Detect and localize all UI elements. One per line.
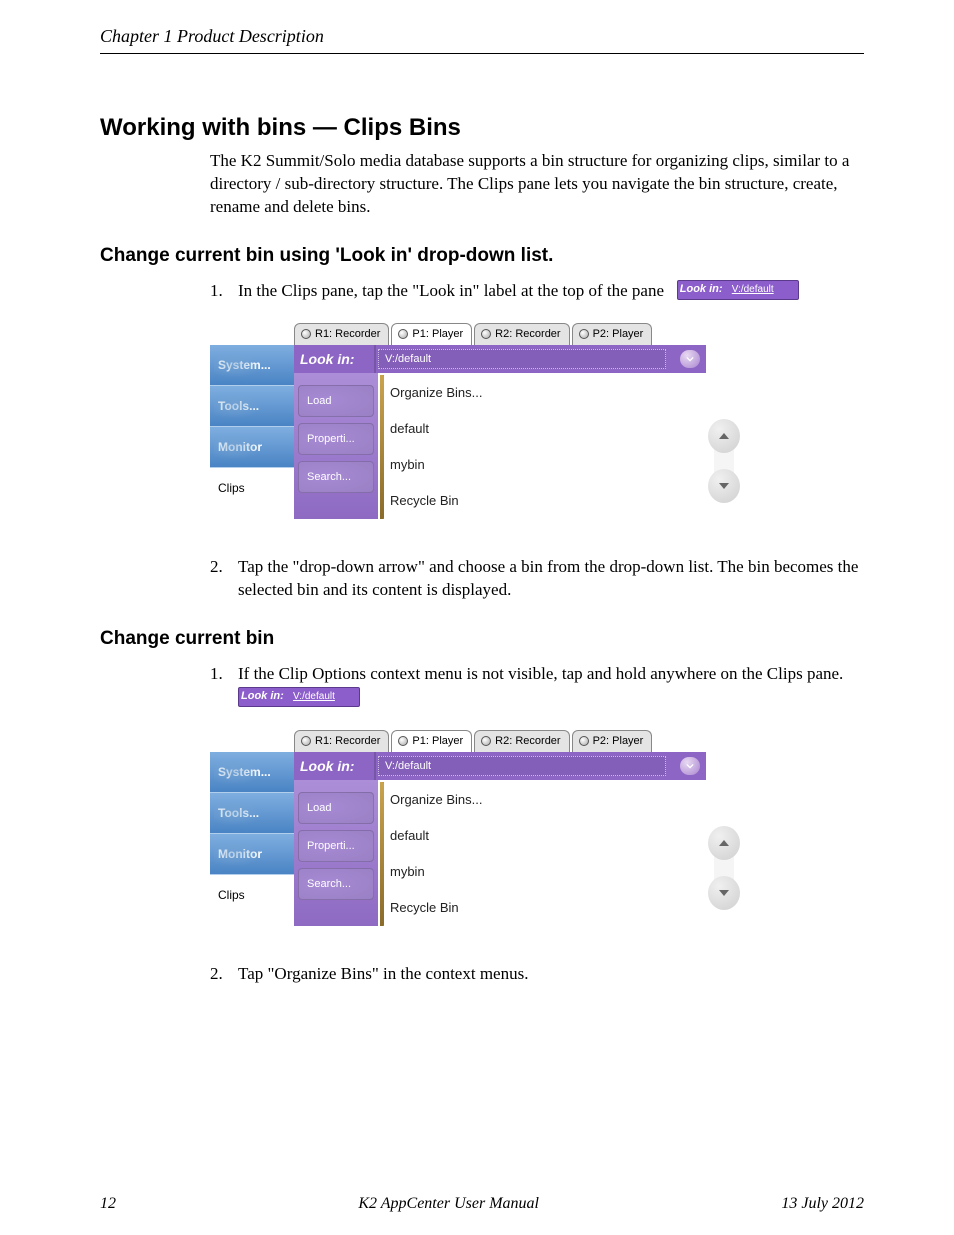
header-left: Chapter 1 Product Description — [100, 26, 324, 46]
step-2-b: 2. Tap "Organize Bins" in the context me… — [210, 962, 864, 986]
chevron-down-icon — [719, 890, 729, 896]
channel-tabs: R1: Recorder P1: Player R2: Recorder P2:… — [294, 730, 706, 752]
step-text: In the Clips pane, tap the "Look in" lab… — [238, 281, 664, 300]
chevron-up-icon — [719, 433, 729, 439]
search-button[interactable]: Search... — [298, 868, 374, 900]
step-2: 2. Tap the "drop-down arrow" and choose … — [210, 555, 864, 603]
tab-p1-player[interactable]: P1: Player — [391, 323, 472, 345]
tab-r2-recorder[interactable]: R2: Recorder — [474, 730, 569, 752]
inline-lookin-preview: Look in: V:/default — [238, 687, 360, 707]
inline-lookin-preview: Look in: V:/default — [677, 280, 799, 300]
list-item-organize-bins[interactable]: Organize Bins... — [384, 375, 706, 411]
step-text: Tap "Organize Bins" in the context menus… — [238, 964, 528, 983]
chevron-down-icon — [686, 356, 694, 362]
page-number: 12 — [100, 1195, 116, 1213]
lookin-path-input[interactable]: V:/default — [378, 756, 666, 776]
screenshot-clips-pane: R1: Recorder P1: Player R2: Recorder P2:… — [210, 323, 706, 519]
lookin-dropdown-button[interactable] — [680, 350, 700, 368]
properties-button[interactable]: Properti... — [298, 423, 374, 455]
status-led-icon — [481, 329, 491, 339]
left-nav: System... Tools... Monitor Clips — [210, 345, 294, 519]
tab-r1-recorder[interactable]: R1: Recorder — [294, 323, 389, 345]
load-button[interactable]: Load — [298, 385, 374, 417]
doc-title: K2 AppCenter User Manual — [358, 1195, 539, 1213]
step-number: 2. — [210, 555, 238, 603]
status-led-icon — [301, 736, 311, 746]
sidebar-item-monitor[interactable]: Monitor — [210, 427, 294, 468]
chevron-down-icon — [719, 483, 729, 489]
status-led-icon — [481, 736, 491, 746]
tab-r1-recorder[interactable]: R1: Recorder — [294, 730, 389, 752]
step-text: If the Clip Options context menu is not … — [238, 664, 843, 683]
sidebar-item-clips[interactable]: Clips — [210, 468, 294, 509]
sidebar-item-system[interactable]: System... — [210, 345, 294, 386]
load-button[interactable]: Load — [298, 792, 374, 824]
list-accent-strip — [380, 782, 384, 926]
section-change-current-bin-title: Change current bin — [100, 628, 864, 650]
properties-button[interactable]: Properti... — [298, 830, 374, 862]
lookin-bar: Look in: V:/default — [294, 345, 706, 373]
step-number: 2. — [210, 962, 238, 986]
list-accent-strip — [380, 375, 384, 519]
sidebar-item-tools[interactable]: Tools... — [210, 386, 294, 427]
sidebar-item-system[interactable]: System... — [210, 752, 294, 793]
tab-p2-player[interactable]: P2: Player — [572, 323, 653, 345]
tab-r2-recorder[interactable]: R2: Recorder — [474, 323, 569, 345]
chevron-up-icon — [719, 840, 729, 846]
scroll-down-button[interactable] — [708, 469, 740, 503]
intro-paragraph: The K2 Summit/Solo media database suppor… — [210, 150, 864, 219]
list-item-organize-bins[interactable]: Organize Bins... — [384, 782, 706, 818]
vertical-scrollbar — [708, 419, 742, 503]
step-number: 1. — [210, 662, 238, 710]
scroll-up-button[interactable] — [708, 419, 740, 453]
section-change-bin-lookin-title: Change current bin using 'Look in' drop-… — [100, 245, 864, 267]
step-1-b: 1. If the Clip Options context menu is n… — [210, 662, 864, 710]
scroll-down-button[interactable] — [708, 876, 740, 910]
scroll-up-button[interactable] — [708, 826, 740, 860]
step-text: Tap the "drop-down arrow" and choose a b… — [238, 557, 858, 600]
tab-p1-player[interactable]: P1: Player — [391, 730, 472, 752]
lookin-bar: Look in: V:/default — [294, 752, 706, 780]
lookin-path-input[interactable]: V:/default — [378, 349, 666, 369]
list-item-default[interactable]: default — [384, 411, 706, 447]
sidebar-item-clips[interactable]: Clips — [210, 875, 294, 916]
page-title: Working with bins — Clips Bins — [100, 114, 864, 142]
status-led-icon — [579, 329, 589, 339]
lookin-dropdown-button[interactable] — [680, 757, 700, 775]
doc-date: 13 July 2012 — [781, 1195, 864, 1213]
status-led-icon — [398, 329, 408, 339]
vertical-scrollbar — [708, 826, 742, 910]
sidebar-item-monitor[interactable]: Monitor — [210, 834, 294, 875]
step-1: 1. In the Clips pane, tap the "Look in" … — [210, 279, 864, 303]
list-item-recycle-bin[interactable]: Recycle Bin — [384, 483, 706, 519]
page-header: Chapter 1 Product Description — [100, 26, 864, 54]
channel-tabs: R1: Recorder P1: Player R2: Recorder P2:… — [294, 323, 706, 345]
lookin-label[interactable]: Look in: — [294, 345, 376, 373]
list-item-mybin[interactable]: mybin — [384, 854, 706, 890]
sidebar-item-tools[interactable]: Tools... — [210, 793, 294, 834]
list-item-mybin[interactable]: mybin — [384, 447, 706, 483]
page-footer: 12 K2 AppCenter User Manual 13 July 2012 — [100, 1195, 864, 1213]
status-led-icon — [398, 736, 408, 746]
left-nav: System... Tools... Monitor Clips — [210, 752, 294, 926]
lookin-label[interactable]: Look in: — [294, 752, 376, 780]
screenshot-clips-pane-2: R1: Recorder P1: Player R2: Recorder P2:… — [210, 730, 706, 926]
status-led-icon — [579, 736, 589, 746]
tab-p2-player[interactable]: P2: Player — [572, 730, 653, 752]
list-item-default[interactable]: default — [384, 818, 706, 854]
status-led-icon — [301, 329, 311, 339]
bin-list: Organize Bins... default mybin Recycle B… — [380, 375, 706, 519]
chevron-down-icon — [686, 763, 694, 769]
bin-list: Organize Bins... default mybin Recycle B… — [380, 782, 706, 926]
step-number: 1. — [210, 279, 238, 303]
list-item-recycle-bin[interactable]: Recycle Bin — [384, 890, 706, 926]
search-button[interactable]: Search... — [298, 461, 374, 493]
